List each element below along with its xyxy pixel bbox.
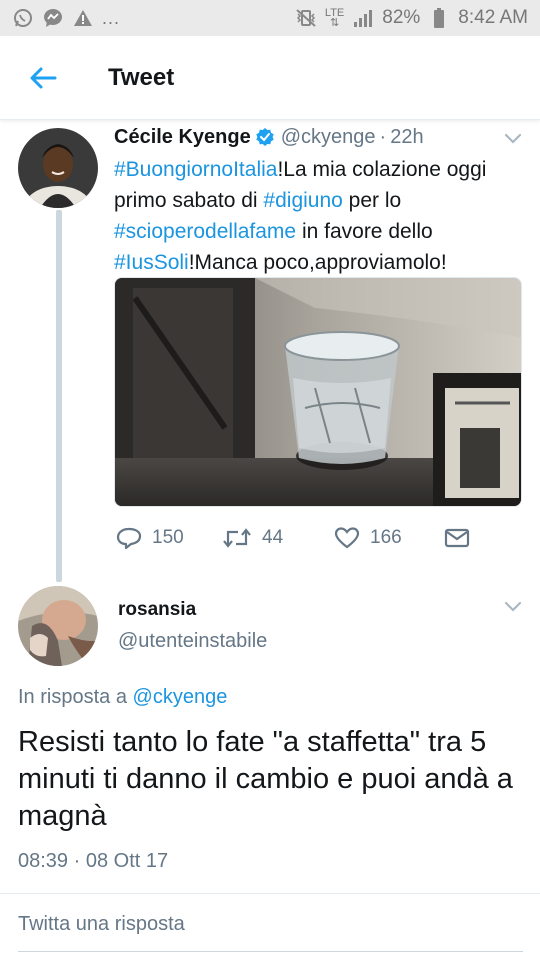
like-count: 166 xyxy=(370,527,402,548)
in-reply-mention[interactable]: @ckyenge xyxy=(133,686,228,708)
separator-dot: · xyxy=(73,850,81,872)
tweet-actions: 150 44 166 xyxy=(114,520,522,556)
separator-dot: · xyxy=(379,125,387,148)
reply-button[interactable]: 150 xyxy=(116,526,184,550)
avatar[interactable] xyxy=(18,128,98,208)
mute-vibrate-icon xyxy=(295,7,317,29)
battery-percentage: 82% xyxy=(382,7,421,28)
avatar[interactable] xyxy=(18,586,98,666)
like-button[interactable]: 166 xyxy=(334,526,402,550)
more-notifications-indicator: ... xyxy=(102,7,121,28)
back-button[interactable] xyxy=(0,36,86,120)
in-reply-label: In risposta a xyxy=(18,686,127,708)
reply-tweet-text: Resisti tanto lo fate "a staffetta" tra … xyxy=(18,726,513,832)
author-name[interactable]: Cécile Kyenge xyxy=(114,126,251,149)
in-reply-to: In risposta a @ckyenge xyxy=(18,686,227,709)
tweet-photo[interactable] xyxy=(114,277,522,507)
app-bar: Tweet xyxy=(0,36,540,120)
status-bar: ... LTE ⇅ 82% 8:42 AM xyxy=(0,0,540,36)
tweet-text: #BuongiornoItalia!La mia colazione oggi … xyxy=(114,154,524,278)
hashtag-link[interactable]: #scioperodellafame xyxy=(114,220,296,243)
retweet-icon xyxy=(223,528,251,548)
author-handle[interactable]: @ckyenge xyxy=(281,126,376,149)
page-title: Tweet xyxy=(108,63,175,91)
composer-underline xyxy=(18,951,523,952)
original-tweet[interactable]: Cécile Kyenge @ckyenge · 22h #Buongiorno… xyxy=(114,122,524,550)
reply-author-name[interactable]: rosansia xyxy=(118,599,196,621)
hashtag-link[interactable]: #IusSoli xyxy=(114,251,189,274)
arrow-left-icon xyxy=(30,67,57,88)
thread-connector xyxy=(56,210,62,582)
heart-icon xyxy=(334,527,360,549)
reply-timestamp: 08:39 · 08 Ott 17 xyxy=(18,850,168,873)
hashtag-link[interactable]: #digiuno xyxy=(263,189,342,212)
tweet-text-segment: in favore dello xyxy=(296,220,433,243)
hashtag-link[interactable]: #BuongiornoItalia xyxy=(114,158,277,181)
clock: 8:42 AM xyxy=(458,7,528,28)
messenger-icon xyxy=(42,7,64,29)
tweet-text-segment: !Manca poco,approviamolo! xyxy=(188,251,447,274)
direct-message-button[interactable] xyxy=(444,527,470,549)
tweet-header: Cécile Kyenge @ckyenge · 22h xyxy=(114,122,524,152)
retweet-button[interactable]: 44 xyxy=(222,527,283,549)
warning-icon xyxy=(72,7,94,29)
reply-count: 150 xyxy=(152,527,184,548)
reply-time: 08:39 xyxy=(18,850,69,872)
divider xyxy=(0,893,540,894)
retweet-count: 44 xyxy=(262,527,284,548)
tweet-text-segment: per lo xyxy=(342,189,402,212)
reply-icon xyxy=(116,527,142,550)
signal-icon xyxy=(352,7,374,29)
chevron-down-icon xyxy=(504,601,522,612)
verified-badge-icon xyxy=(255,127,275,147)
reply-composer-input[interactable]: Twitta una risposta xyxy=(18,913,185,936)
tweet-time: 22h xyxy=(390,125,424,148)
envelope-icon xyxy=(444,528,470,548)
reply-date: 08 Ott 17 xyxy=(85,850,169,872)
reply-author-handle[interactable]: @utenteinstabile xyxy=(118,630,267,653)
lte-indicator: LTE ⇅ xyxy=(324,7,345,29)
whatsapp-icon xyxy=(12,7,34,29)
tweet-menu-button[interactable] xyxy=(502,128,524,150)
battery-icon xyxy=(428,7,450,29)
chevron-down-icon xyxy=(504,133,522,144)
reply-menu-button[interactable] xyxy=(502,596,524,618)
